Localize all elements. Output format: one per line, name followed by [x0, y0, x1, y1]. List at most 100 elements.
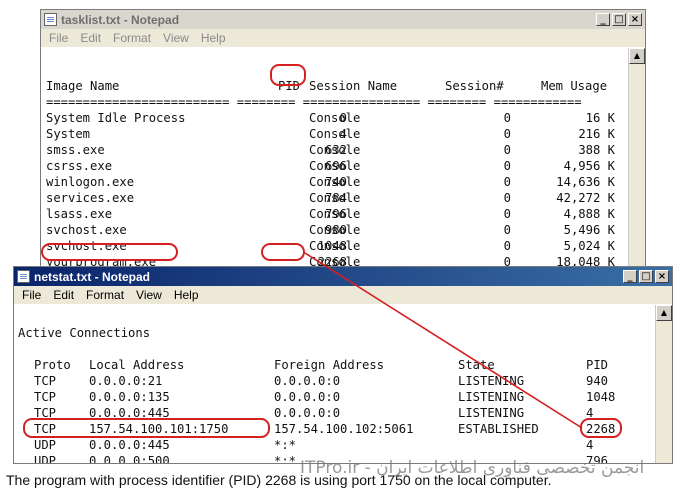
header-pid: PID — [586, 358, 609, 372]
connection-local-address: 0.0.0.0:135 — [89, 390, 170, 404]
process-image-name: System Idle Process — [46, 111, 186, 125]
connection-proto: UDP — [34, 438, 57, 452]
connection-pid: 940 — [586, 374, 609, 388]
connection-pid: 2268 — [586, 422, 616, 436]
process-mem-usage: 388 K — [578, 143, 615, 157]
connection-pid: 4 — [586, 406, 594, 420]
notepad-icon — [44, 13, 57, 26]
process-session-number: 0 — [503, 239, 511, 253]
process-session-number: 0 — [503, 175, 511, 189]
process-session-name: Console — [309, 111, 361, 125]
header-session-name: Session Name — [309, 79, 398, 93]
connection-proto: UDP — [34, 454, 57, 463]
header-state: State — [458, 358, 495, 372]
process-session-name: Console — [309, 175, 361, 189]
menu-file[interactable]: File — [16, 288, 47, 302]
connection-local-address: 157.54.100.101:1750 — [89, 422, 229, 436]
process-mem-usage: 5,496 K — [563, 223, 615, 237]
process-session-name: Console — [309, 127, 361, 141]
process-session-name: Console — [309, 239, 361, 253]
header-mem-usage: Mem Usage — [541, 79, 608, 93]
process-session-name: Console — [309, 207, 361, 221]
menu-file[interactable]: File — [43, 31, 74, 45]
process-session-number: 0 — [503, 223, 511, 237]
connection-foreign-address: 0.0.0.0:0 — [274, 406, 341, 420]
process-mem-usage: 216 K — [578, 127, 615, 141]
tasklist-text-area[interactable]: Image Name PID Session Name Session# Mem… — [41, 48, 645, 273]
process-session-number: 0 — [503, 191, 511, 205]
tasklist-titlebar[interactable]: tasklist.txt - Notepad _ □ × — [41, 10, 645, 29]
menu-edit[interactable]: Edit — [74, 31, 107, 45]
process-session-name: Console — [309, 191, 361, 205]
connection-state: LISTENING — [458, 374, 525, 388]
connection-local-address: 0.0.0.0:21 — [89, 374, 163, 388]
connection-proto: TCP — [34, 422, 57, 436]
process-image-name: System — [46, 127, 91, 141]
header-pid: PID — [278, 79, 301, 93]
process-image-name: lsass.exe — [46, 207, 113, 221]
close-button[interactable]: × — [628, 13, 642, 26]
netstat-window: netstat.txt - Notepad _ □ × File Edit Fo… — [13, 266, 673, 464]
separator-line: ========================= ======== =====… — [46, 95, 582, 109]
header-image-name: Image Name — [46, 79, 120, 93]
connection-state: LISTENING — [458, 406, 525, 420]
maximize-button[interactable]: □ — [639, 270, 653, 283]
menu-view[interactable]: View — [157, 31, 195, 45]
process-session-name: Console — [309, 143, 361, 157]
process-image-name: smss.exe — [46, 143, 105, 157]
tasklist-window: tasklist.txt - Notepad _ □ × File Edit F… — [40, 9, 646, 274]
netstat-title: netstat.txt - Notepad — [34, 269, 151, 284]
connection-foreign-address: 0.0.0.0:0 — [274, 390, 341, 404]
process-mem-usage: 14,636 K — [556, 175, 615, 189]
process-image-name: svchost.exe — [46, 223, 127, 237]
active-connections-heading: Active Connections — [18, 326, 151, 340]
maximize-button[interactable]: □ — [612, 13, 626, 26]
menu-view[interactable]: View — [130, 288, 168, 302]
connection-local-address: 0.0.0.0:500 — [89, 454, 170, 463]
netstat-titlebar[interactable]: netstat.txt - Notepad _ □ × — [14, 267, 672, 286]
process-session-name: Console — [309, 223, 361, 237]
process-session-number: 0 — [503, 159, 511, 173]
netstat-scrollbar[interactable]: ▲ — [655, 305, 672, 463]
process-session-number: 0 — [503, 127, 511, 141]
process-session-name: Console — [309, 159, 361, 173]
figure-caption: The program with process identifier (PID… — [6, 472, 552, 488]
header-foreign-address: Foreign Address — [274, 358, 385, 372]
tasklist-scrollbar[interactable]: ▲ — [628, 48, 645, 273]
close-button[interactable]: × — [655, 270, 669, 283]
menu-help[interactable]: Help — [168, 288, 205, 302]
connection-local-address: 0.0.0.0:445 — [89, 438, 170, 452]
minimize-button[interactable]: _ — [596, 13, 610, 26]
netstat-text-area[interactable]: Active Connections Proto Local Address F… — [14, 305, 672, 463]
process-image-name: csrss.exe — [46, 159, 113, 173]
process-image-name: services.exe — [46, 191, 135, 205]
process-mem-usage: 16 K — [585, 111, 615, 125]
process-mem-usage: 42,272 K — [556, 191, 615, 205]
tasklist-menubar: File Edit Format View Help — [41, 29, 645, 47]
process-mem-usage: 5,024 K — [563, 239, 615, 253]
connection-proto: TCP — [34, 390, 57, 404]
header-proto: Proto — [34, 358, 71, 372]
connection-pid: 4 — [586, 438, 594, 452]
connection-foreign-address: 157.54.100.102:5061 — [274, 422, 414, 436]
menu-help[interactable]: Help — [195, 31, 232, 45]
connection-local-address: 0.0.0.0:445 — [89, 406, 170, 420]
minimize-button[interactable]: _ — [623, 270, 637, 283]
process-image-name: svchost.exe — [46, 239, 127, 253]
process-session-number: 0 — [503, 111, 511, 125]
process-mem-usage: 4,956 K — [563, 159, 615, 173]
connection-proto: TCP — [34, 374, 57, 388]
scroll-up-arrow-icon[interactable]: ▲ — [656, 305, 672, 321]
process-session-number: 0 — [503, 143, 511, 157]
menu-format[interactable]: Format — [80, 288, 130, 302]
process-image-name: winlogon.exe — [46, 175, 135, 189]
scroll-up-arrow-icon[interactable]: ▲ — [629, 48, 645, 64]
connection-state: LISTENING — [458, 390, 525, 404]
header-session-number: Session# — [445, 79, 504, 93]
connection-foreign-address: *:* — [274, 438, 297, 452]
process-mem-usage: 4,888 K — [563, 207, 615, 221]
menu-edit[interactable]: Edit — [47, 288, 80, 302]
connection-pid: 1048 — [586, 390, 616, 404]
menu-format[interactable]: Format — [107, 31, 157, 45]
header-local-address: Local Address — [89, 358, 185, 372]
